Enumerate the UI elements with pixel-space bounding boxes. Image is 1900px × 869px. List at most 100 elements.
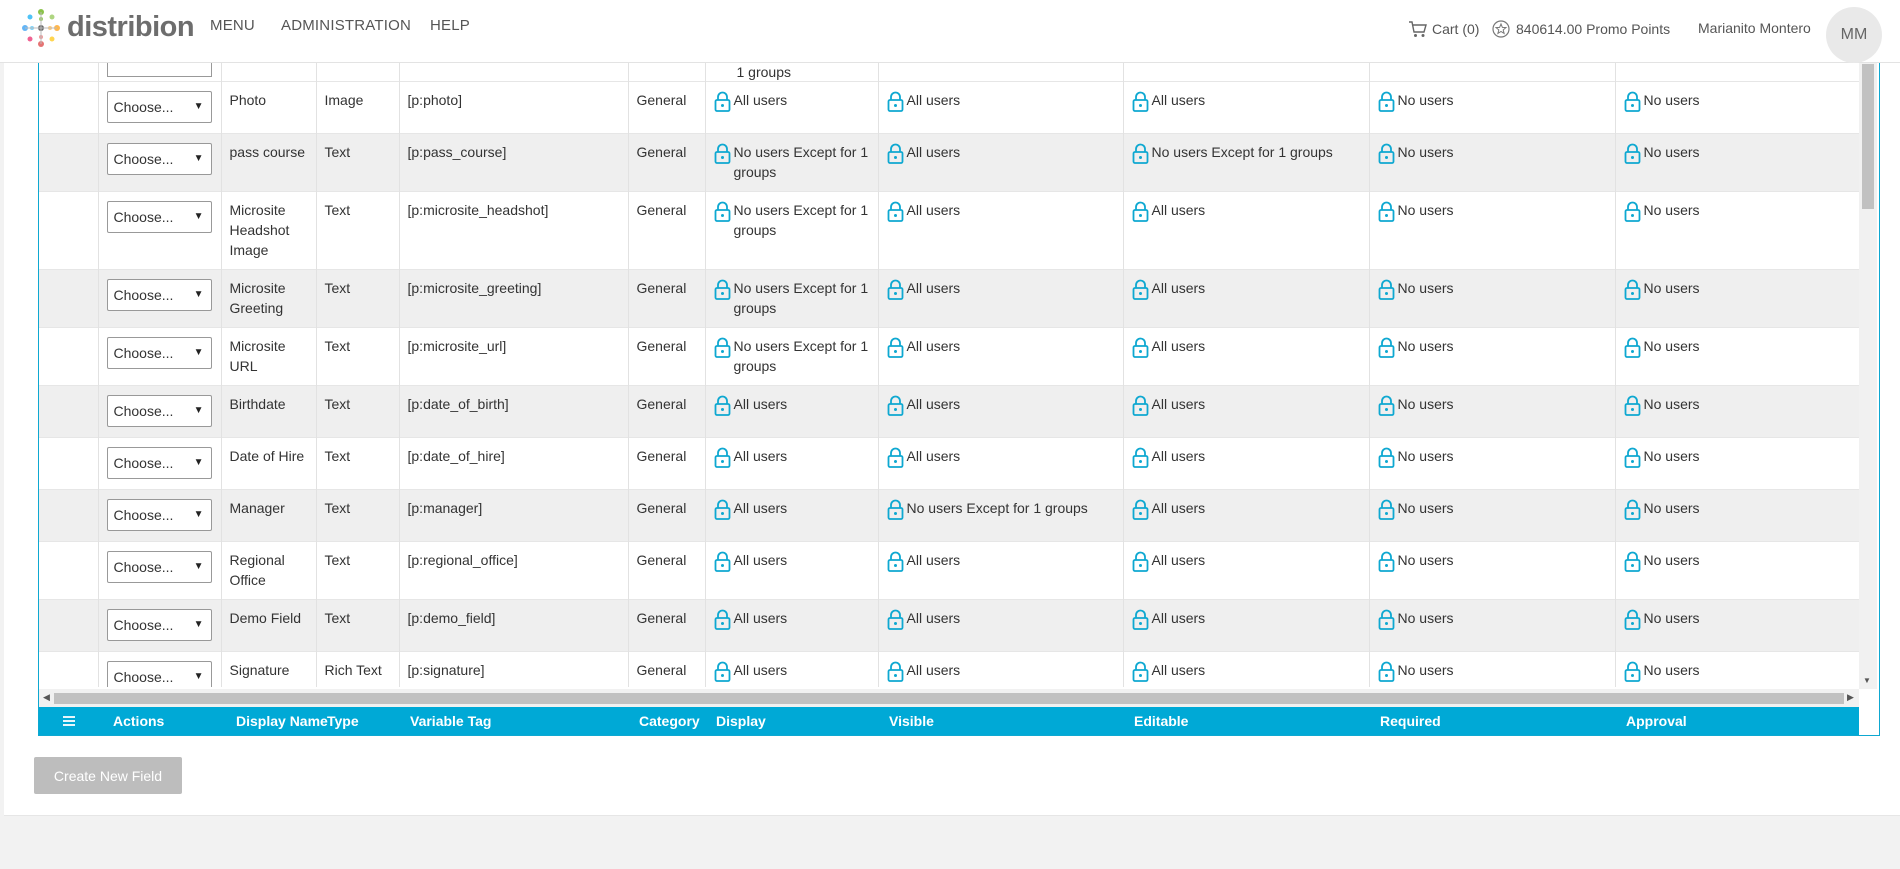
display-permission[interactable]: All users: [714, 550, 870, 572]
display-permission[interactable]: No users Except for 1 groups: [714, 336, 870, 376]
create-new-field-button[interactable]: Create New Field: [34, 757, 182, 794]
required-permission[interactable]: No users: [1378, 446, 1607, 468]
cart-link[interactable]: Cart (0): [1408, 20, 1479, 38]
editable-permission[interactable]: No users Except for 1 groups: [1132, 142, 1361, 164]
actions-select[interactable]: Choose... ▼: [106, 279, 212, 311]
display-permission[interactable]: All users: [714, 660, 870, 682]
actions-select[interactable]: Choose... ▼: [106, 447, 212, 479]
required-permission[interactable]: No users: [1378, 498, 1607, 520]
approval-permission[interactable]: No users: [1624, 200, 1851, 222]
editable-permission[interactable]: All users: [1132, 608, 1361, 630]
editable-permission[interactable]: All users: [1132, 550, 1361, 572]
col-display[interactable]: Display: [716, 713, 766, 729]
approval-permission[interactable]: No users: [1624, 278, 1851, 300]
required-permission[interactable]: No users: [1378, 394, 1607, 416]
horizontal-scrollbar[interactable]: ◀ ▶: [39, 689, 1859, 707]
approval-permission[interactable]: No users: [1624, 550, 1851, 572]
col-display-name[interactable]: Display Name: [236, 713, 328, 729]
lock-icon: [1378, 143, 1395, 164]
display-permission[interactable]: No users Except for 1 groups: [714, 278, 870, 318]
visible-permission[interactable]: All users: [887, 142, 1115, 164]
editable-permission[interactable]: All users: [1132, 446, 1361, 468]
horizontal-scroll-thumb[interactable]: [54, 693, 1844, 704]
approval-permission[interactable]: No users: [1624, 608, 1851, 630]
promo-points[interactable]: 840614.00 Promo Points: [1492, 20, 1670, 38]
nav-help[interactable]: HELP: [430, 17, 470, 34]
display-permission[interactable]: No users Except for 1 groups: [714, 142, 870, 182]
required-permission[interactable]: No users: [1378, 336, 1607, 358]
editable-permission[interactable]: All users: [1132, 200, 1361, 222]
lock-icon: [1378, 395, 1395, 416]
logo-icon: [22, 9, 60, 47]
approval-permission[interactable]: No users: [1624, 336, 1851, 358]
col-category[interactable]: Category: [639, 713, 700, 729]
actions-select[interactable]: Choose... ▼: [106, 337, 212, 369]
display-permission[interactable]: All users: [714, 498, 870, 520]
actions-select[interactable]: Choose... ▼: [106, 395, 212, 427]
col-approval[interactable]: Approval: [1626, 713, 1687, 729]
col-variable-tag[interactable]: Variable Tag: [410, 713, 491, 729]
visible-permission[interactable]: All users: [887, 394, 1115, 416]
visible-permission[interactable]: All users: [887, 336, 1115, 358]
editable-permission[interactable]: All users: [1132, 498, 1361, 520]
visible-permission[interactable]: All users: [887, 200, 1115, 222]
display-permission[interactable]: All users: [714, 90, 870, 112]
nav-menu[interactable]: MENU: [210, 17, 255, 34]
editable-permission[interactable]: All users: [1132, 336, 1361, 358]
actions-select[interactable]: Choose... ▼: [106, 609, 212, 641]
approval-permission[interactable]: No users: [1624, 142, 1851, 164]
display-permission[interactable]: No users Except for 1 groups: [714, 200, 870, 240]
hamburger-icon[interactable]: [63, 716, 75, 728]
col-visible[interactable]: Visible: [889, 713, 934, 729]
category-cell: General: [628, 651, 706, 687]
visible-permission[interactable]: All users: [887, 446, 1115, 468]
editable-permission[interactable]: All users: [1132, 394, 1361, 416]
user-name[interactable]: Marianito Montero: [1698, 20, 1811, 36]
vertical-scrollbar[interactable]: ▼: [1859, 62, 1877, 689]
avatar[interactable]: MM: [1826, 7, 1882, 63]
actions-select[interactable]: Choose... ▼: [106, 661, 212, 687]
visible-permission[interactable]: All users: [887, 278, 1115, 300]
approval-permission[interactable]: No users: [1624, 446, 1851, 468]
required-permission[interactable]: No users: [1378, 278, 1607, 300]
editable-permission[interactable]: All users: [1132, 278, 1361, 300]
approval-permission[interactable]: No users: [1624, 394, 1851, 416]
col-editable[interactable]: Editable: [1134, 713, 1188, 729]
required-permission[interactable]: No users: [1378, 550, 1607, 572]
visible-permission[interactable]: All users: [887, 90, 1115, 112]
required-permission[interactable]: No users: [1378, 608, 1607, 630]
logo[interactable]: distribion: [19, 6, 195, 50]
display-permission-label: All users: [733, 396, 788, 412]
scroll-left-icon[interactable]: ◀: [43, 692, 50, 703]
vertical-scroll-thumb[interactable]: [1862, 64, 1874, 209]
visible-permission[interactable]: All users: [887, 660, 1115, 682]
approval-permission[interactable]: No users: [1624, 90, 1851, 112]
nav-administration[interactable]: ADMINISTRATION: [281, 17, 411, 34]
actions-select[interactable]: Choose... ▼: [106, 499, 212, 531]
actions-select[interactable]: Choose... ▼: [106, 551, 212, 583]
brand-name: distribion: [67, 10, 195, 43]
row-handle-cell: [39, 191, 99, 270]
visible-permission[interactable]: No users Except for 1 groups: [887, 498, 1115, 520]
required-permission[interactable]: No users: [1378, 200, 1607, 222]
approval-permission[interactable]: No users: [1624, 498, 1851, 520]
editable-permission[interactable]: All users: [1132, 660, 1361, 682]
required-permission[interactable]: No users: [1378, 660, 1607, 682]
display-permission[interactable]: All users: [714, 608, 870, 630]
scroll-down-icon[interactable]: ▼: [1863, 676, 1871, 685]
actions-select[interactable]: Choose... ▼: [106, 201, 212, 233]
visible-permission[interactable]: All users: [887, 608, 1115, 630]
editable-permission[interactable]: All users: [1132, 90, 1361, 112]
col-required[interactable]: Required: [1380, 713, 1441, 729]
display-permission[interactable]: All users: [714, 394, 870, 416]
required-permission[interactable]: No users: [1378, 142, 1607, 164]
required-permission[interactable]: No users: [1378, 90, 1607, 112]
approval-permission[interactable]: No users: [1624, 660, 1851, 682]
actions-select[interactable]: Choose... ▼: [106, 91, 212, 123]
scroll-right-icon[interactable]: ▶: [1847, 692, 1854, 703]
actions-select[interactable]: Choose... ▼: [106, 143, 212, 175]
col-actions[interactable]: Actions: [113, 713, 164, 729]
visible-permission[interactable]: All users: [887, 550, 1115, 572]
col-type[interactable]: Type: [327, 713, 359, 729]
display-permission[interactable]: All users: [714, 446, 870, 468]
